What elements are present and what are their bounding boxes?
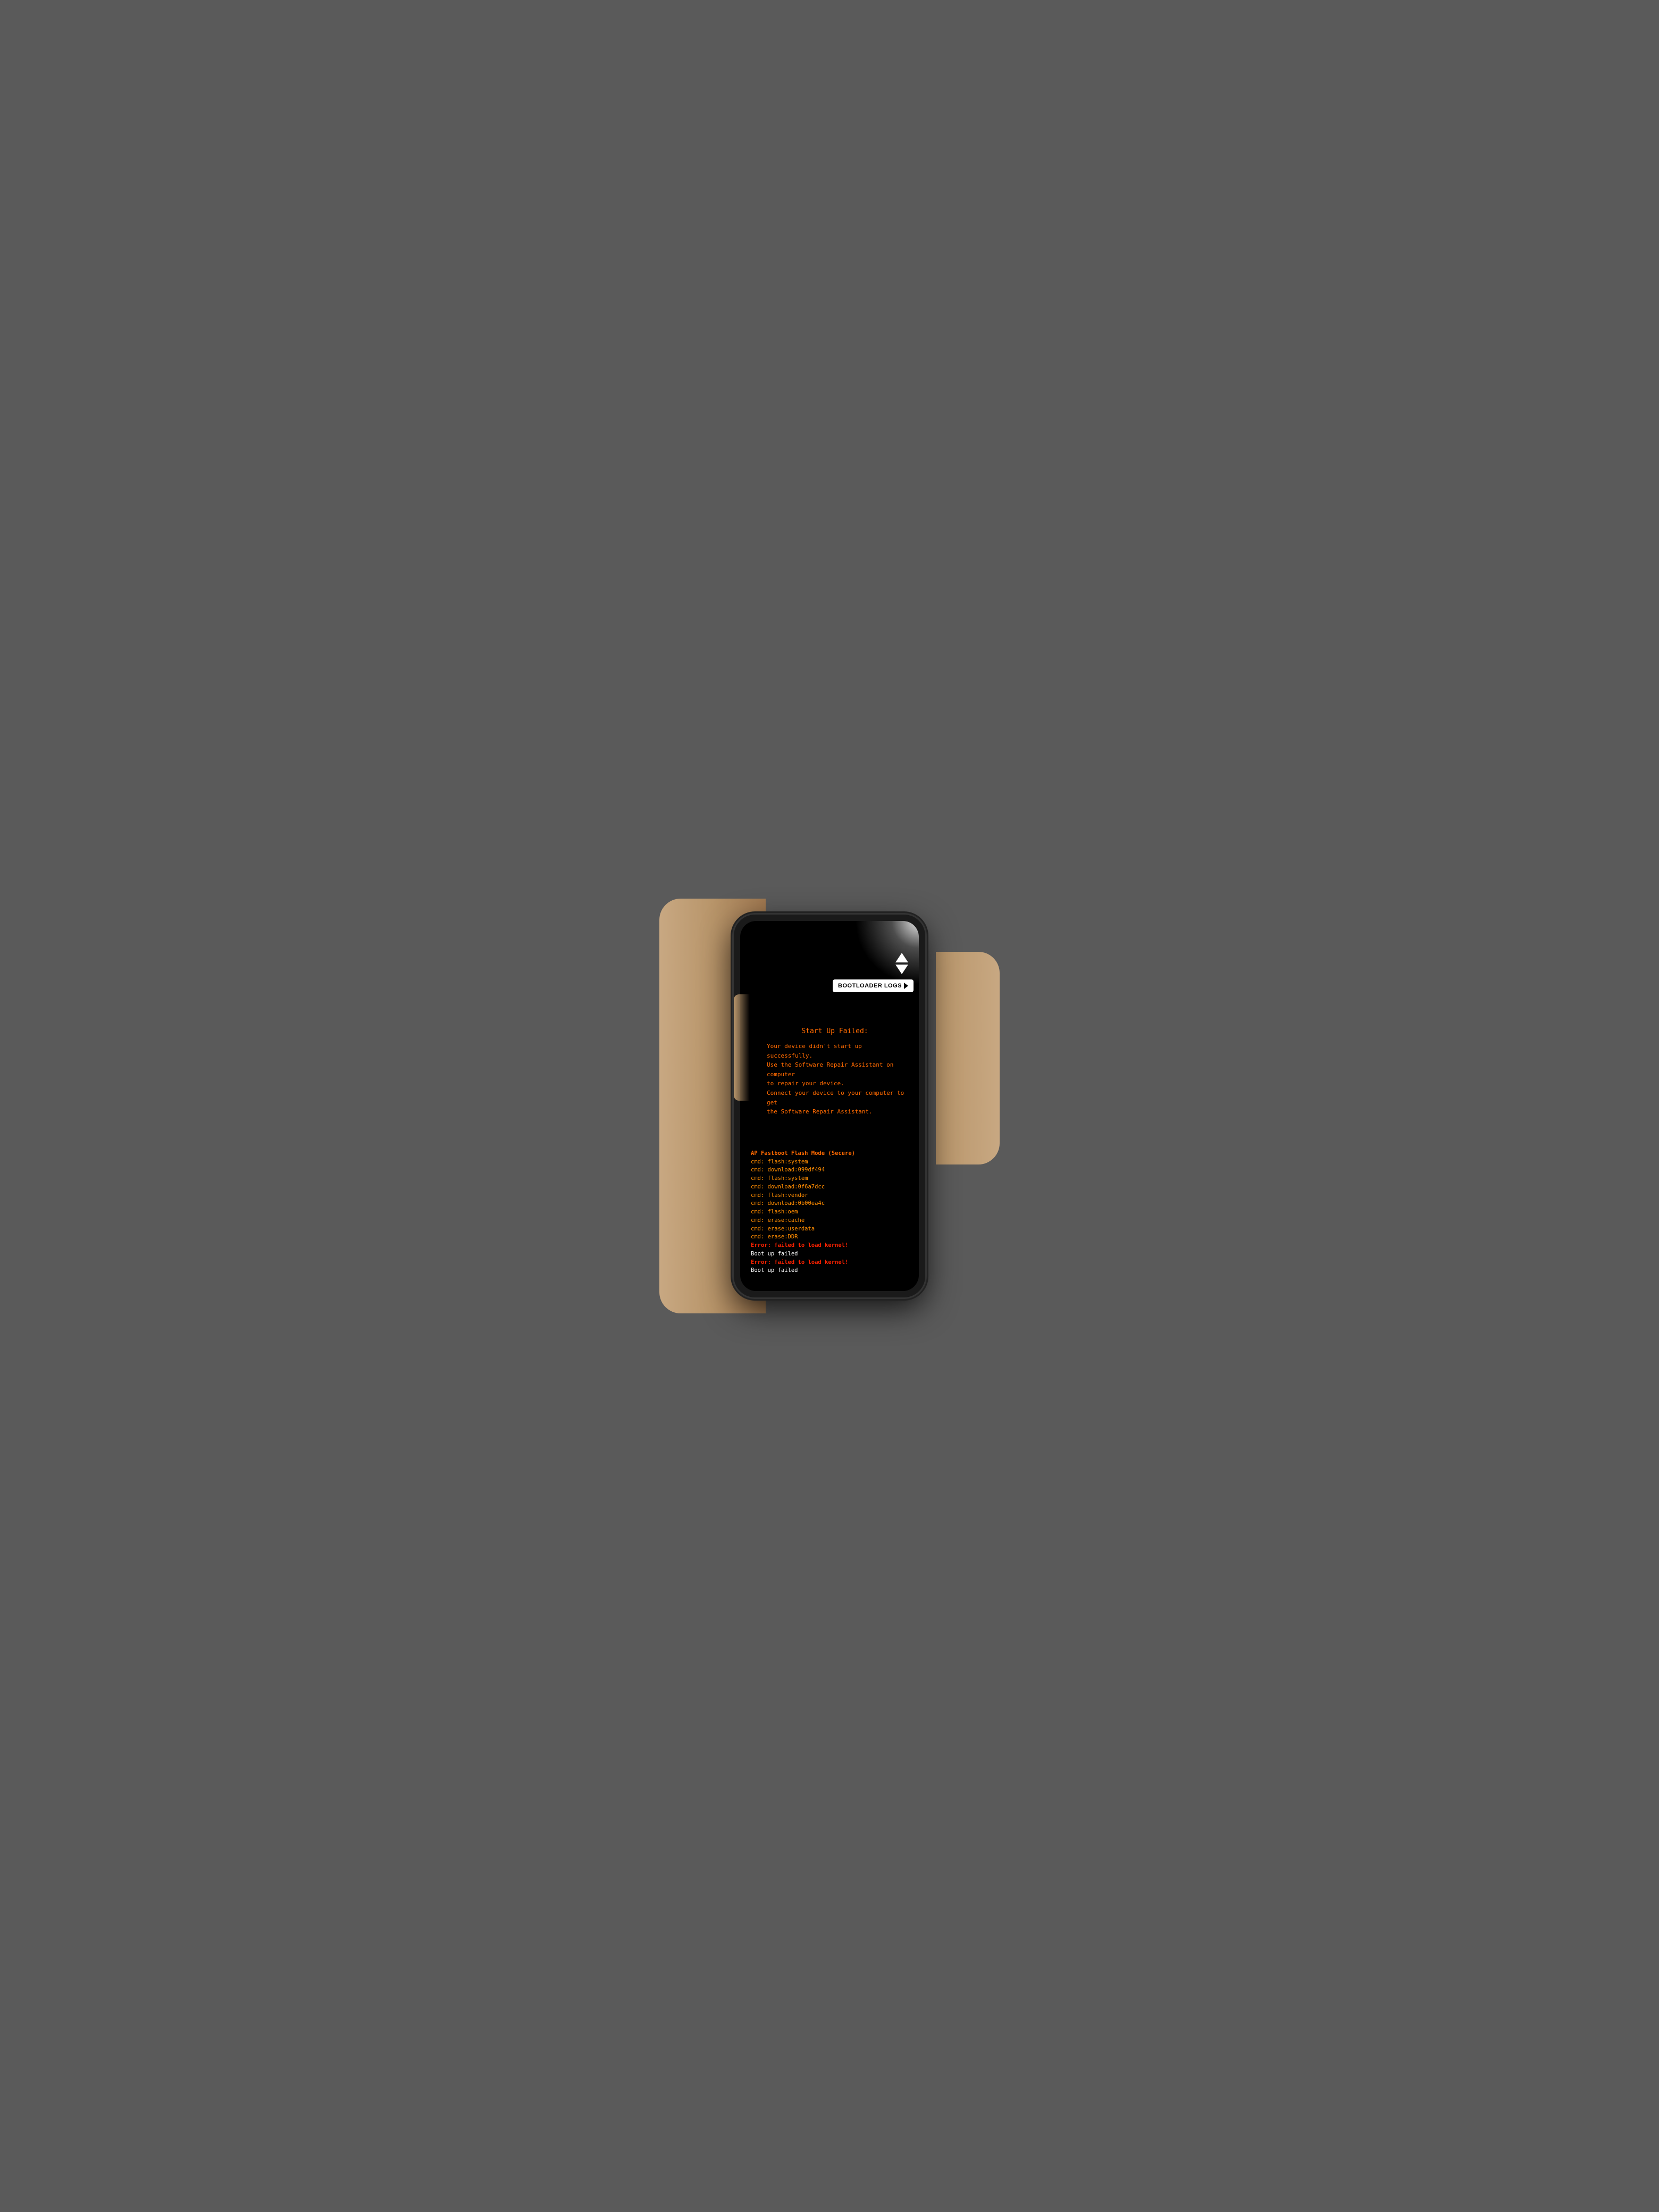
log-line-9: cmd: erase:DDR	[751, 1233, 908, 1242]
log-line-4: cmd: flash:vendor	[751, 1192, 908, 1200]
log-line-3: cmd: download:0f6a7dcc	[751, 1183, 908, 1192]
log-line-2: cmd: flash:system	[751, 1175, 908, 1183]
arrow-down-icon[interactable]	[895, 965, 908, 974]
scene: BOOTLOADER LOGS Start Up Failed: Your de…	[691, 899, 968, 1313]
log-line-6: cmd: flash:oem	[751, 1208, 908, 1217]
bootloader-logs-button[interactable]: BOOTLOADER LOGS	[833, 979, 914, 992]
startup-line1: Your device didn't start up successfully…	[767, 1043, 862, 1059]
nav-arrows	[895, 953, 908, 974]
log-header: AP Fastboot Flash Mode (Secure)	[751, 1150, 908, 1158]
log-error-2: Error: failed to load kernel!	[751, 1259, 908, 1267]
log-line-8: cmd: erase:userdata	[751, 1225, 908, 1234]
phone-screen: BOOTLOADER LOGS Start Up Failed: Your de…	[740, 921, 919, 1291]
startup-section: Start Up Failed: Your device didn't star…	[767, 1027, 908, 1117]
chevron-right-icon	[904, 983, 908, 989]
arrow-up-icon[interactable]	[895, 953, 908, 962]
hand-right	[936, 952, 1000, 1164]
startup-message: Your device didn't start up successfully…	[767, 1042, 908, 1117]
log-line-1: cmd: download:099df494	[751, 1166, 908, 1175]
startup-title: Start Up Failed:	[761, 1027, 908, 1035]
screen-content: Start Up Failed: Your device didn't star…	[740, 921, 919, 1291]
log-line-0: cmd: flash:system	[751, 1158, 908, 1167]
startup-line5: the Software Repair Assistant.	[767, 1108, 873, 1115]
log-line-7: cmd: erase:cache	[751, 1217, 908, 1225]
log-section: AP Fastboot Flash Mode (Secure) cmd: fla…	[751, 1150, 908, 1280]
bootloader-logs-label: BOOTLOADER LOGS	[838, 983, 902, 989]
log-error-1: Error: failed to load kernel!	[751, 1242, 908, 1250]
log-boot-fail-1: Boot up failed	[751, 1250, 908, 1259]
log-line-5: cmd: download:0b00ea4c	[751, 1200, 908, 1208]
phone-device: BOOTLOADER LOGS Start Up Failed: Your de…	[734, 915, 925, 1297]
log-boot-fail-2: Boot up failed	[751, 1267, 908, 1275]
startup-line4: Connect your device to your computer to …	[767, 1090, 904, 1106]
startup-line3: to repair your device.	[767, 1080, 844, 1087]
startup-line2: Use the Software Repair Assistant on com…	[767, 1061, 893, 1078]
